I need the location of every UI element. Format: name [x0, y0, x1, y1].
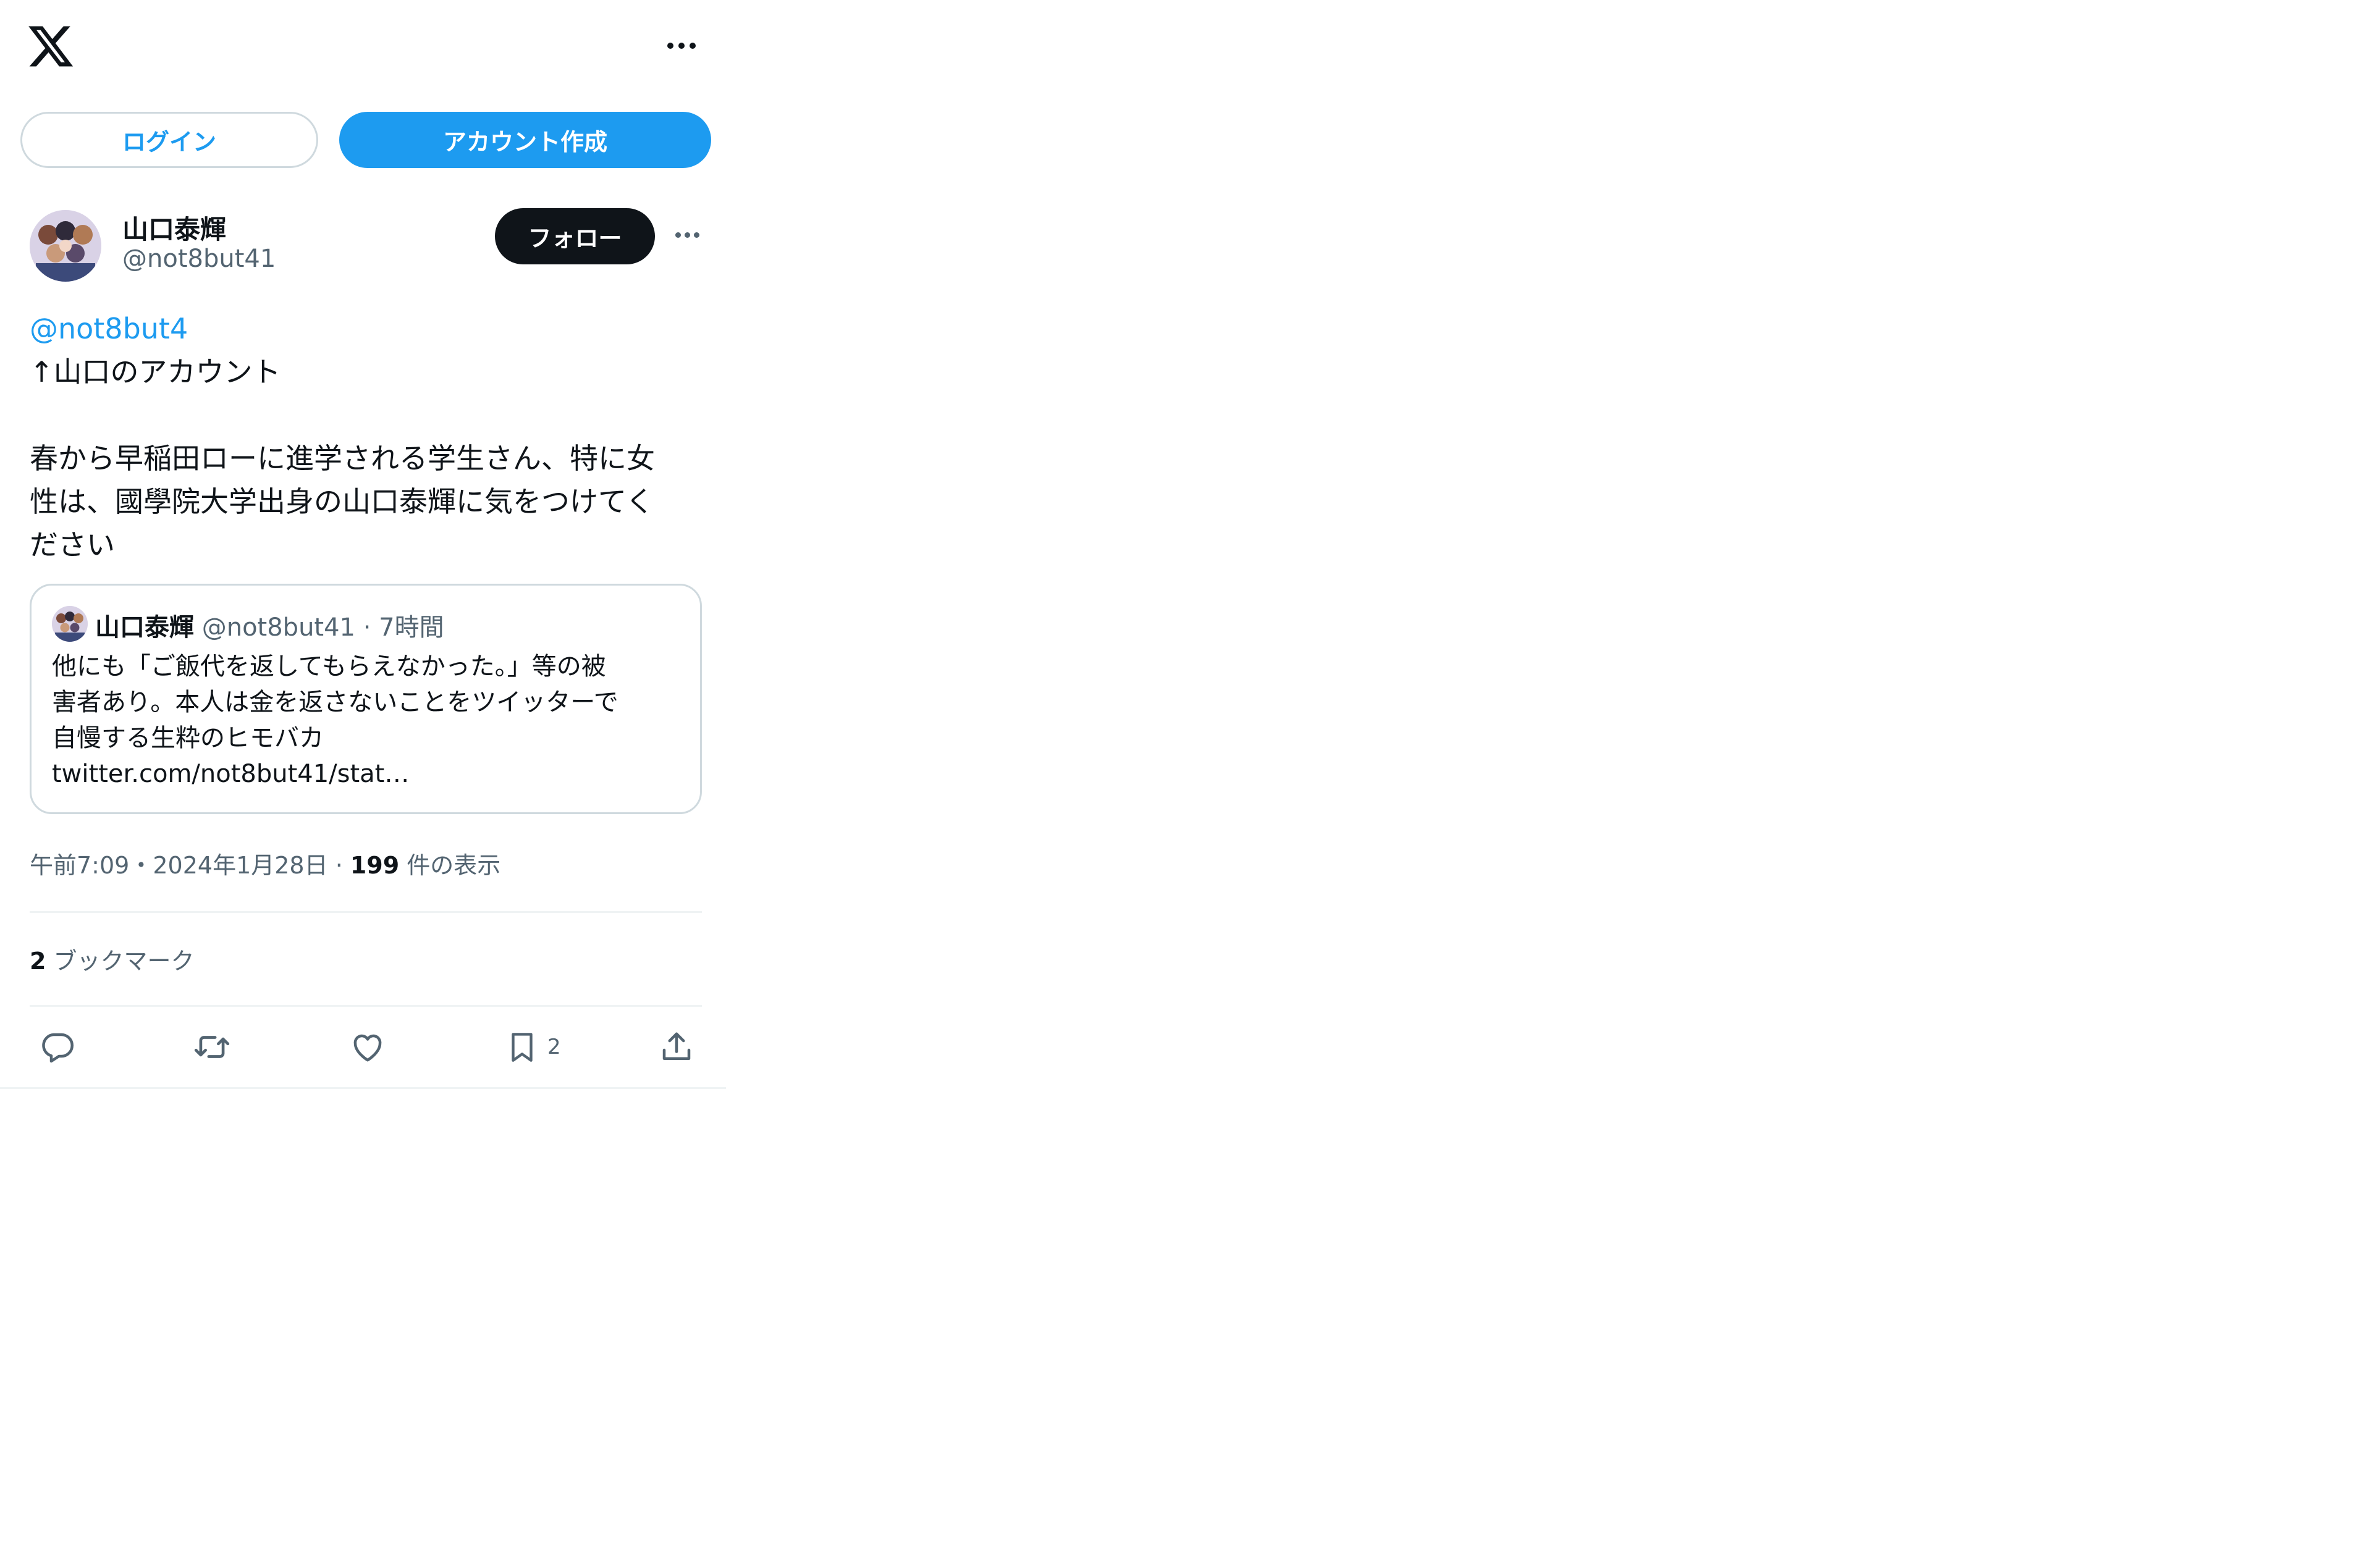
- bookmark-icon[interactable]: [500, 1025, 544, 1069]
- more-horizontal-icon[interactable]: [660, 32, 703, 59]
- quote-time: 7時間: [379, 613, 444, 642]
- mention-link[interactable]: @not8but4: [30, 312, 188, 345]
- quote-header: 山口泰輝 @not8but41 · 7時間: [95, 607, 444, 643]
- author-name[interactable]: 山口泰輝: [122, 209, 226, 246]
- tweet-more-icon[interactable]: [672, 222, 703, 247]
- quote-author-handle: @not8but41: [201, 613, 355, 642]
- login-button[interactable]: ログイン: [20, 112, 318, 168]
- bookmark-count: 2: [547, 1035, 561, 1059]
- bookmarks-label: ブックマーク: [46, 948, 195, 975]
- meta-separator: ·: [327, 852, 350, 879]
- bookmarks-stat: 2 ブックマーク: [30, 942, 195, 976]
- tweet-line: ださい: [30, 528, 115, 561]
- divider: [30, 1005, 702, 1007]
- tweet-text: @not8but4 ↑山口のアカウント 春から早稲田ローに進学される学生さん、特…: [30, 307, 709, 566]
- quote-avatar: [52, 606, 88, 642]
- reply-icon[interactable]: [36, 1025, 79, 1069]
- meta-separator: ・: [129, 852, 153, 879]
- views-count: 199: [350, 852, 400, 879]
- retweet-icon[interactable]: [190, 1025, 234, 1069]
- avatar[interactable]: [30, 210, 101, 282]
- quote-link: twitter.com/not8but41/stat…: [52, 760, 410, 788]
- quote-separator: ·: [363, 613, 371, 642]
- quote-line: 害者あり。本人は金を返さないことをツイッターで: [52, 688, 618, 717]
- quote-line: 他にも「ご飯代を返してもらえなかった。」等の被: [52, 652, 606, 681]
- share-icon[interactable]: [655, 1025, 698, 1069]
- bookmarks-count: 2: [30, 948, 46, 975]
- tweet-line: 性は、國學院大学出身の山口泰輝に気をつけてく: [30, 485, 654, 518]
- follow-button[interactable]: フォロー: [495, 208, 655, 264]
- create-account-button[interactable]: アカウント作成: [339, 112, 711, 168]
- divider: [30, 911, 702, 913]
- tweet-meta: 午前7:09・2024年1月28日 · 199 件の表示: [30, 846, 500, 880]
- author-handle[interactable]: @not8but41: [122, 245, 276, 273]
- tweet-line: ↑山口のアカウント: [30, 355, 281, 389]
- quote-text: 他にも「ご飯代を返してもらえなかった。」等の被 害者あり。本人は金を返さないこと…: [52, 649, 688, 792]
- tweet-line: 春から早稲田ローに進学される学生さん、特に女: [30, 442, 655, 475]
- x-logo-icon[interactable]: [26, 22, 75, 71]
- tweet-date[interactable]: 2024年1月28日: [153, 852, 327, 879]
- quote-line: 自慢する生粋のヒモバカ: [52, 724, 324, 752]
- heart-icon[interactable]: [346, 1025, 389, 1069]
- views-label: 件の表示: [399, 852, 501, 879]
- tweet-time[interactable]: 午前7:09: [30, 852, 129, 879]
- quote-author-name: 山口泰輝: [95, 613, 194, 642]
